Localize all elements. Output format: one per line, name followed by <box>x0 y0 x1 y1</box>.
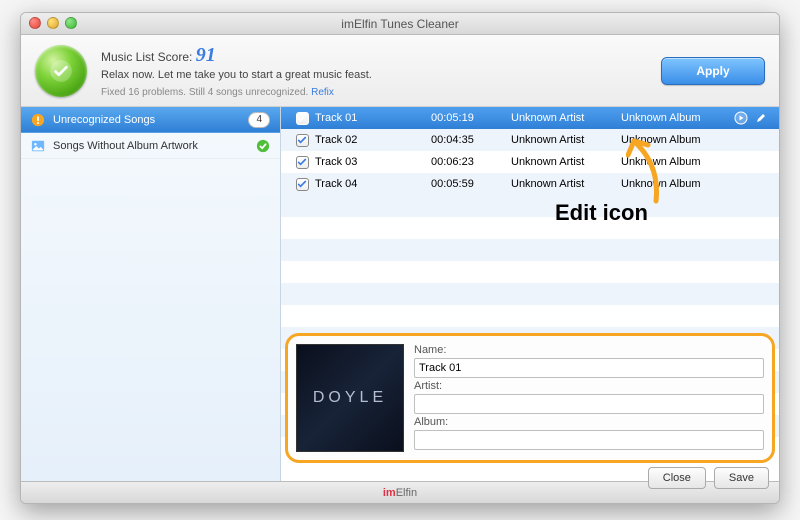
track-title: Track 01 <box>315 112 431 124</box>
sidebar-item-label: Songs Without Album Artwork <box>53 140 198 152</box>
album-label: Album: <box>414 416 764 428</box>
track-checkbox[interactable] <box>289 156 315 169</box>
track-duration: 00:05:19 <box>431 112 511 124</box>
track-title: Track 03 <box>315 156 431 168</box>
album-cover-text: DOYLE <box>313 389 387 407</box>
apply-button[interactable]: Apply <box>661 57 765 85</box>
name-input[interactable] <box>414 358 764 378</box>
track-album: Unknown Album <box>621 156 731 168</box>
track-list: Track 0100:05:19Unknown ArtistUnknown Al… <box>281 107 779 195</box>
titlebar: imElfin Tunes Cleaner <box>21 13 779 35</box>
artwork-icon <box>31 139 45 153</box>
track-checkbox[interactable] <box>289 112 315 125</box>
window-title: imElfin Tunes Cleaner <box>341 17 458 31</box>
album-input[interactable] <box>414 430 764 450</box>
artist-input[interactable] <box>414 394 764 414</box>
track-checkbox[interactable] <box>289 178 315 191</box>
album-cover: DOYLE <box>296 344 404 452</box>
sidebar-item-count: 4 <box>248 112 270 128</box>
track-title: Track 04 <box>315 178 431 190</box>
edit-panel-buttons: Close Save <box>285 467 775 493</box>
sidebar-item-unrecognized[interactable]: Unrecognized Songs 4 <box>21 107 280 133</box>
header-subline: Relax now. Let me take you to start a gr… <box>101 69 647 81</box>
track-duration: 00:05:59 <box>431 178 511 190</box>
track-title: Track 02 <box>315 134 431 146</box>
track-artist: Unknown Artist <box>511 178 621 190</box>
refix-link[interactable]: Refix <box>311 87 334 98</box>
window-controls <box>29 17 77 29</box>
track-row[interactable]: Track 0200:04:35Unknown ArtistUnknown Al… <box>281 129 779 151</box>
annotation-label: Edit icon <box>555 200 648 226</box>
close-window-icon[interactable] <box>29 17 41 29</box>
close-button[interactable]: Close <box>648 467 706 489</box>
edit-fields: Name: Artist: Album: <box>414 344 764 452</box>
sidebar: Unrecognized Songs 4 Songs Without Album… <box>21 107 281 481</box>
score-label: Music List Score: <box>101 50 192 64</box>
track-artist: Unknown Artist <box>511 156 621 168</box>
track-row[interactable]: Track 0100:05:19Unknown ArtistUnknown Al… <box>281 107 779 129</box>
score-badge-icon <box>35 45 87 97</box>
warning-icon <box>31 113 45 127</box>
edit-icon[interactable] <box>751 112 771 124</box>
track-album: Unknown Album <box>621 178 731 190</box>
track-duration: 00:06:23 <box>431 156 511 168</box>
header-text: Music List Score: 91 Relax now. Let me t… <box>101 44 647 98</box>
track-checkbox[interactable] <box>289 134 315 147</box>
minimize-window-icon[interactable] <box>47 17 59 29</box>
ok-icon <box>256 139 270 153</box>
sidebar-item-label: Unrecognized Songs <box>53 114 155 126</box>
track-row[interactable]: Track 0400:05:59Unknown ArtistUnknown Al… <box>281 173 779 195</box>
edit-panel: DOYLE Name: Artist: Album: <box>285 333 775 463</box>
play-icon[interactable] <box>731 111 751 125</box>
score-value: 91 <box>196 44 216 66</box>
track-duration: 00:04:35 <box>431 134 511 146</box>
name-label: Name: <box>414 344 764 356</box>
artist-label: Artist: <box>414 380 764 392</box>
track-artist: Unknown Artist <box>511 134 621 146</box>
header: Music List Score: 91 Relax now. Let me t… <box>21 35 779 107</box>
track-artist: Unknown Artist <box>511 112 621 124</box>
save-button[interactable]: Save <box>714 467 769 489</box>
sidebar-item-no-artwork[interactable]: Songs Without Album Artwork <box>21 133 280 159</box>
fixed-status: Fixed 16 problems. Still 4 songs unrecog… <box>101 87 308 98</box>
track-album: Unknown Album <box>621 134 731 146</box>
app-window: imElfin Tunes Cleaner Music List Score: … <box>20 12 780 504</box>
track-album: Unknown Album <box>621 112 731 124</box>
zoom-window-icon[interactable] <box>65 17 77 29</box>
track-row[interactable]: Track 0300:06:23Unknown ArtistUnknown Al… <box>281 151 779 173</box>
